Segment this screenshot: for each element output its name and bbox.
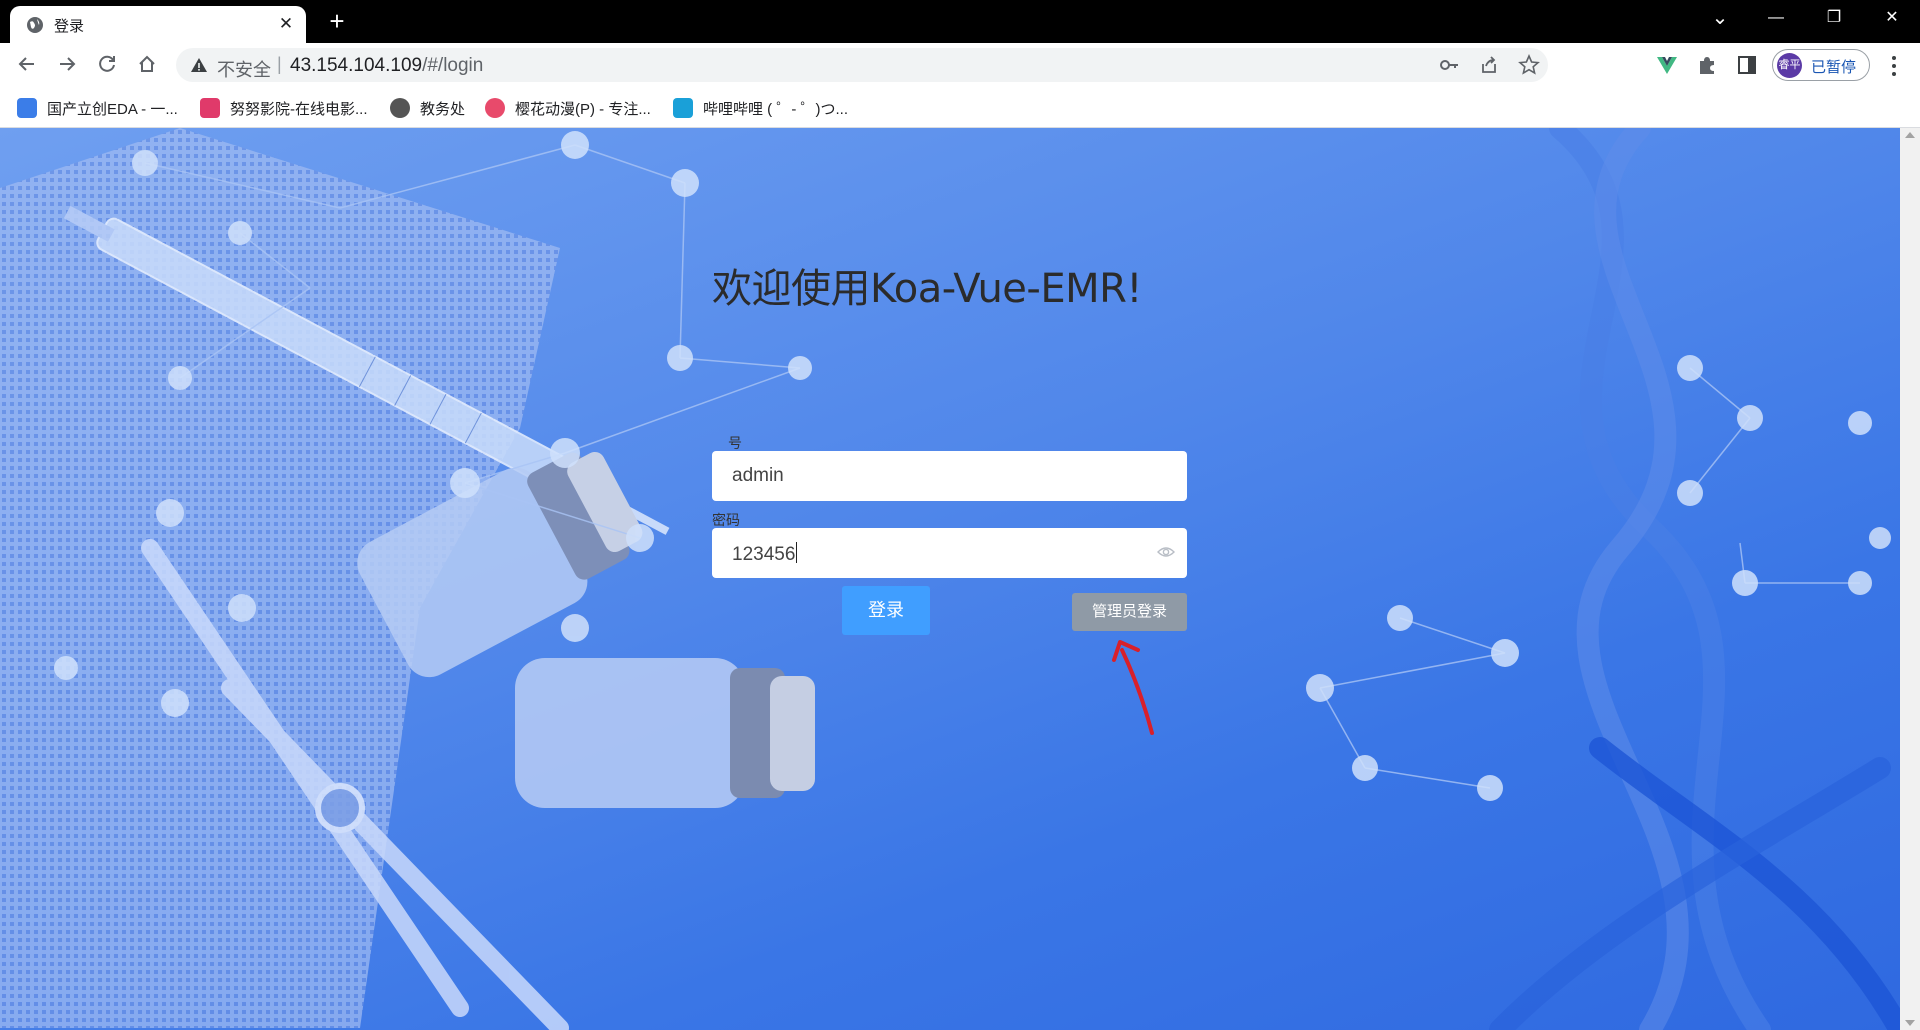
globe-icon	[27, 17, 43, 33]
password-value: 123456	[732, 542, 798, 565]
vue-devtools-icon[interactable]	[1656, 54, 1678, 76]
bookmark-lceda[interactable]: 国产立创EDA - 一...	[17, 97, 178, 119]
home-button[interactable]	[132, 49, 162, 79]
profile-status: 已暂停	[1811, 59, 1857, 76]
address-bar[interactable]: 不安全 | 43.154.104.109/#/login	[176, 48, 1548, 82]
reload-icon	[99, 55, 115, 72]
password-field[interactable]: 123456	[712, 528, 1187, 578]
sakura-icon	[485, 98, 505, 118]
reload-button[interactable]	[92, 49, 122, 79]
annotation-arrow-icon	[1112, 640, 1154, 735]
nunu-icon	[200, 98, 220, 118]
profile-button[interactable]: 睿平 已暂停	[1772, 49, 1870, 81]
window-close-icon[interactable]: ✕	[1864, 0, 1920, 36]
bookmark-label: 教务处	[420, 100, 466, 118]
page-title: 欢迎使用Koa-Vue-EMR!	[712, 266, 1142, 312]
scroll-down-icon[interactable]	[1905, 1020, 1915, 1026]
scroll-up-icon[interactable]	[1905, 132, 1915, 138]
lceda-icon	[17, 98, 37, 118]
arrow-left-icon	[18, 57, 34, 71]
security-status[interactable]: 不安全	[217, 56, 271, 82]
login-page: 欢迎使用Koa-Vue-EMR! 号 admin 密码 123456 登录 管理…	[0, 128, 1900, 1030]
bookmark-label: 努努影院-在线电影...	[230, 100, 368, 118]
restore-icon[interactable]: ❐	[1806, 0, 1862, 36]
forward-button[interactable]	[52, 49, 82, 79]
more-menu-icon[interactable]	[1882, 52, 1906, 80]
login-button[interactable]: 登录	[842, 586, 930, 635]
url-host: 43.154.104.109	[290, 55, 423, 76]
avatar: 睿平	[1777, 53, 1802, 78]
extensions-puzzle-icon[interactable]	[1696, 54, 1718, 76]
bookmark-jiaowu[interactable]: 教务处	[390, 97, 465, 119]
share-icon[interactable]	[1478, 54, 1500, 76]
tab-close-icon[interactable]: ✕	[274, 12, 298, 36]
username-value: admin	[732, 465, 784, 486]
warning-icon	[191, 58, 207, 72]
bookmark-label: 国产立创EDA - 一...	[47, 100, 178, 118]
account-label: 号	[728, 435, 742, 451]
bookmark-yinghua[interactable]: 樱花动漫(P) - 专注...	[485, 97, 651, 119]
url-path: /#/login	[422, 55, 484, 76]
minimize-icon[interactable]: —	[1748, 0, 1804, 36]
side-panel-icon[interactable]	[1736, 54, 1758, 76]
url-text[interactable]: 43.154.104.109/#/login	[290, 55, 483, 77]
bilibili-icon	[673, 98, 693, 118]
browser-tab-strip: 登录 ✕ + ⌄ — ❐ ✕	[0, 0, 1920, 43]
browser-tab-login[interactable]: 登录 ✕	[10, 6, 306, 43]
address-separator: |	[277, 54, 282, 74]
admin-login-button[interactable]: 管理员登录	[1072, 593, 1187, 631]
tab-search-chevron-down-icon[interactable]: ⌄	[1692, 0, 1748, 36]
browser-toolbar: 不安全 | 43.154.104.109/#/login 睿平 已暂停	[0, 43, 1920, 87]
bookmark-label: 樱花动漫(P) - 专注...	[515, 100, 651, 118]
new-tab-button[interactable]: +	[324, 8, 350, 34]
username-field[interactable]: admin	[712, 451, 1187, 501]
globe-icon	[390, 98, 410, 118]
back-button[interactable]	[12, 49, 42, 79]
show-password-eye-icon[interactable]	[1157, 545, 1175, 559]
password-label: 密码	[712, 512, 740, 528]
arrow-right-icon	[60, 57, 76, 71]
bookmark-label: 哔哩哔哩 ( ゜- ゜)つ...	[703, 100, 848, 118]
page-scrollbar[interactable]	[1900, 128, 1920, 1030]
home-icon	[139, 55, 155, 72]
bookmark-nunu[interactable]: 努努影院-在线电影...	[200, 97, 368, 119]
bookmark-bilibili[interactable]: 哔哩哔哩 ( ゜- ゜)つ...	[673, 97, 848, 119]
key-icon[interactable]	[1438, 54, 1460, 76]
tab-title: 登录	[54, 18, 85, 35]
bookmarks-bar: 国产立创EDA - 一... 努努影院-在线电影... 教务处 樱花动漫(P) …	[0, 87, 1920, 128]
star-icon[interactable]	[1518, 54, 1540, 76]
